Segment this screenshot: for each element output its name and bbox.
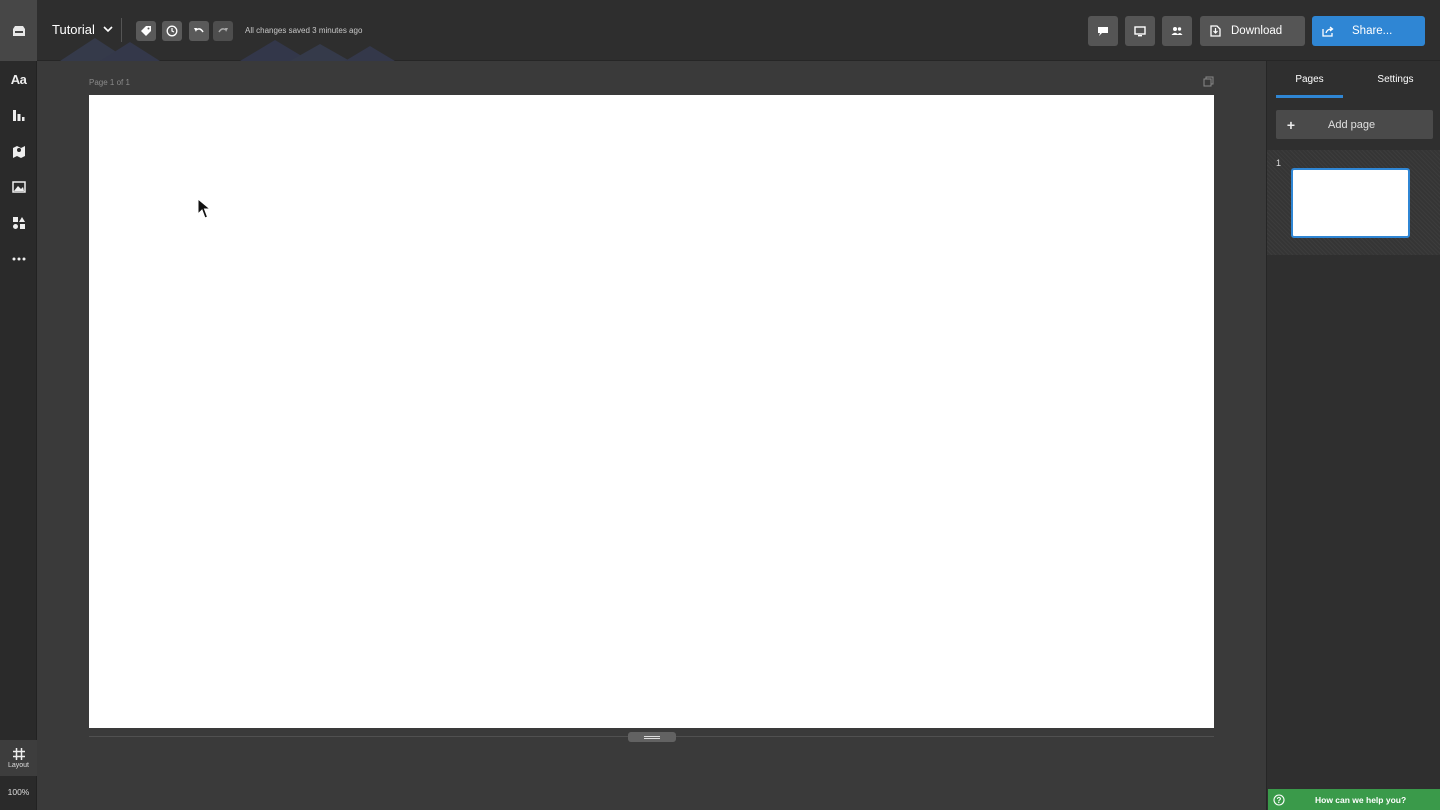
save-status: All changes saved 3 minutes ago	[245, 26, 363, 35]
add-page-label: Add page	[1328, 118, 1376, 131]
history-icon	[166, 25, 178, 37]
help-widget[interactable]: ? How can we help you?	[1268, 789, 1440, 810]
layout-button[interactable]: Layout	[0, 740, 37, 776]
text-tool-button[interactable]: Aa	[0, 61, 37, 97]
tab-settings[interactable]: Settings	[1362, 61, 1429, 98]
share-button[interactable]: Share...	[1312, 16, 1425, 46]
page-number: 1	[1276, 158, 1282, 168]
redo-icon	[218, 28, 228, 33]
help-label: How can we help you?	[1315, 794, 1407, 805]
shapes-icon	[12, 217, 25, 229]
share-icon	[1322, 26, 1334, 37]
redo-button[interactable]	[213, 21, 233, 41]
document-title: Tutorial	[52, 22, 95, 37]
plus-icon: +	[1286, 116, 1296, 133]
more-icon	[12, 257, 25, 261]
home-icon	[12, 25, 25, 36]
left-toolbar: Aa Layout 100%	[0, 61, 37, 810]
page-thumbnail[interactable]	[1291, 168, 1410, 238]
comments-button[interactable]	[1088, 16, 1118, 46]
download-label: Download	[1231, 25, 1283, 37]
layout-label: Layout	[7, 762, 30, 769]
help-icon: ?	[1273, 793, 1285, 806]
undo-button[interactable]	[189, 21, 209, 41]
charts-tool-button[interactable]	[0, 97, 37, 133]
right-panel: Pages Settings + Add page 1	[1266, 61, 1440, 810]
present-icon	[1134, 25, 1146, 36]
undo-icon	[194, 28, 204, 33]
active-tab-indicator	[1276, 95, 1343, 98]
page-indicator: Page 1 of 1	[89, 78, 130, 87]
grid-icon	[12, 748, 25, 760]
present-button[interactable]	[1125, 16, 1155, 46]
share-label: Share...	[1352, 25, 1393, 37]
toolbar-divider	[121, 18, 122, 42]
download-icon	[1210, 25, 1221, 37]
duplicate-page-icon[interactable]	[1203, 76, 1214, 87]
history-button[interactable]	[162, 21, 182, 41]
tag-button[interactable]	[136, 21, 156, 41]
page-thumbnail-list: 1	[1267, 150, 1440, 255]
comment-icon	[1098, 26, 1108, 36]
tag-icon	[141, 26, 151, 36]
svg-text:?: ?	[1277, 796, 1282, 805]
text-tool-label: Aa	[10, 71, 27, 87]
map-icon	[12, 146, 25, 158]
shapes-tool-button[interactable]	[0, 205, 37, 241]
image-icon	[11, 181, 26, 193]
collaborators-button[interactable]	[1162, 16, 1192, 46]
zoom-level[interactable]: 100%	[0, 787, 37, 797]
maps-tool-button[interactable]	[0, 133, 37, 169]
download-button[interactable]: Download	[1200, 16, 1305, 46]
document-title-dropdown[interactable]: Tutorial	[52, 22, 113, 37]
bar-chart-icon	[13, 109, 25, 121]
canvas-page[interactable]	[89, 95, 1214, 728]
chevron-down-icon	[103, 26, 113, 33]
collaborators-icon	[1171, 27, 1183, 35]
more-tool-button[interactable]	[0, 241, 37, 277]
images-tool-button[interactable]	[0, 169, 37, 205]
home-button[interactable]	[0, 0, 37, 61]
top-bar: Tutorial All changes saved 3 minutes ago	[0, 0, 1440, 61]
tab-pages[interactable]: Pages	[1276, 61, 1343, 98]
mouse-cursor-icon	[197, 198, 211, 219]
page-resize-handle[interactable]	[628, 732, 676, 742]
add-page-button[interactable]: + Add page	[1276, 110, 1433, 139]
